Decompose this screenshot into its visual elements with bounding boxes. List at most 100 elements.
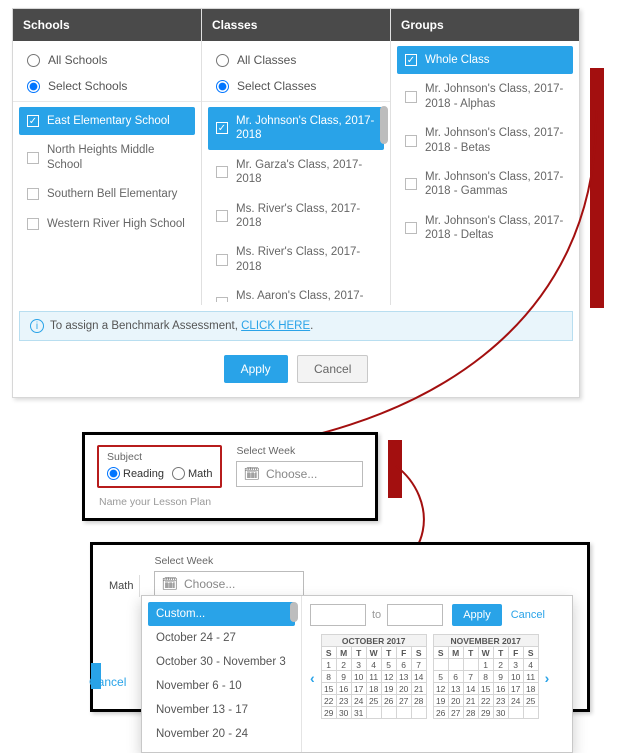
subject-box: Subject Reading Math: [97, 445, 222, 488]
checkbox-icon: ✓: [216, 122, 228, 134]
date-range-row: to Apply Cancel: [310, 604, 564, 626]
filter-columns: Schools All Schools Select Schools ✓ East…: [13, 9, 579, 305]
school-item[interactable]: Southern Bell Elementary: [19, 180, 195, 208]
subject-reading-radio[interactable]: Reading: [107, 467, 164, 480]
week-placeholder: Choose...: [266, 467, 317, 481]
schools-list-container: ✓ East Elementary School North Heights Mid…: [13, 102, 201, 302]
week-preset-item[interactable]: October 30 - November 3: [148, 650, 295, 674]
group-item[interactable]: Mr. Johnson's Class, 2017-2018 - Betas: [397, 119, 573, 162]
groups-header: Groups: [391, 9, 579, 41]
range-from-input[interactable]: [310, 604, 366, 626]
class-item-label: Mr. Johnson's Class, 2017-2018: [236, 114, 376, 143]
classes-select-label: Select Classes: [237, 79, 316, 93]
week-preset-item[interactable]: November 13 - 17: [148, 698, 295, 722]
calendar-left[interactable]: OCTOBER 2017SMTWTFS123456789101112131415…: [321, 634, 427, 719]
radio-icon[interactable]: [27, 80, 40, 93]
scrollbar-thumb[interactable]: [290, 602, 298, 622]
checkbox-icon: [216, 210, 228, 222]
radio-icon[interactable]: [216, 54, 229, 67]
week-dropdown: Custom...October 24 - 27October 30 - Nov…: [141, 595, 573, 753]
class-item-label: Ms. Aaron's Class, 2017-2018: [236, 289, 376, 302]
schools-all-radio[interactable]: All Schools: [17, 47, 197, 73]
class-item[interactable]: Ms. River's Class, 2017-2018: [208, 238, 384, 281]
apply-button[interactable]: Apply: [224, 355, 288, 383]
week-select[interactable]: 🗓 Choose...: [236, 461, 363, 487]
class-item-label: Ms. River's Class, 2017-2018: [236, 202, 376, 231]
range-to-input[interactable]: [387, 604, 443, 626]
classes-all-radio[interactable]: All Classes: [206, 47, 386, 73]
schools-header: Schools: [13, 9, 201, 41]
week-preset-item[interactable]: Custom...: [148, 602, 295, 626]
school-item-label: Southern Bell Elementary: [47, 187, 187, 201]
checkbox-icon: [27, 188, 39, 200]
p3-week-select[interactable]: 🗓 Choose...: [154, 571, 304, 597]
prev-month-icon[interactable]: ‹: [310, 634, 315, 686]
checkbox-icon: [216, 297, 228, 302]
week-preset-item[interactable]: November 6 - 10: [148, 674, 295, 698]
schools-select-radio[interactable]: Select Schools: [17, 73, 197, 99]
callout-bar-2: [388, 440, 402, 498]
custom-range-pane: to Apply Cancel ‹ OCTOBER 2017SMTWTFS123…: [302, 596, 572, 752]
checkbox-icon: ✓: [27, 115, 39, 127]
classes-column: Classes All Classes Select Classes ✓ Mr. …: [202, 9, 391, 305]
groups-list-container: ✓Whole Class Mr. Johnson's Class, 2017-20…: [391, 41, 579, 305]
info-icon: i: [30, 319, 44, 333]
week-preset-item[interactable]: November 20 - 24: [148, 722, 295, 746]
p3-cancel-link[interactable]: Cancel: [81, 669, 134, 695]
classes-list: ✓ Mr. Johnson's Class, 2017-2018 Mr. Garza…: [202, 102, 390, 302]
subject-week-panel: Subject Reading Math Select Week 🗓 C: [82, 432, 378, 521]
groups-list: ✓Whole Class Mr. Johnson's Class, 2017-20…: [391, 41, 579, 254]
classes-header: Classes: [202, 9, 390, 41]
class-item[interactable]: Ms. Aaron's Class, 2017-2018: [208, 282, 384, 302]
radio-icon[interactable]: [172, 467, 185, 480]
group-item[interactable]: Mr. Johnson's Class, 2017-2018 - Gammas: [397, 163, 573, 206]
school-item[interactable]: North Heights Middle School: [19, 136, 195, 179]
groups-column: Groups ✓Whole Class Mr. Johnson's Class, …: [391, 9, 579, 305]
radio-icon[interactable]: [216, 80, 229, 93]
group-item-label: Mr. Johnson's Class, 2017-2018 - Betas: [425, 126, 565, 155]
group-item[interactable]: Mr. Johnson's Class, 2017-2018 - Alphas: [397, 75, 573, 118]
info-text: To assign a Benchmark Assessment, CLICK …: [50, 320, 313, 332]
radio-icon[interactable]: [27, 54, 40, 67]
week-preset-item[interactable]: October 24 - 27: [148, 626, 295, 650]
class-item[interactable]: ✓ Mr. Johnson's Class, 2017-2018: [208, 107, 384, 150]
radio-icon[interactable]: [107, 467, 120, 480]
callout-bar-1: [590, 68, 604, 308]
next-month-icon[interactable]: ›: [545, 634, 550, 686]
schools-column: Schools All Schools Select Schools ✓ East…: [13, 9, 202, 305]
group-item[interactable]: ✓Whole Class: [397, 46, 573, 74]
school-item[interactable]: ✓ East Elementary School: [19, 107, 195, 135]
panel1-buttons: Apply Cancel: [13, 349, 579, 397]
schools-list: ✓ East Elementary School North Heights Mid…: [13, 102, 201, 243]
group-item-label: Mr. Johnson's Class, 2017-2018 - Gammas: [425, 170, 565, 199]
school-item[interactable]: Western River High School: [19, 210, 195, 238]
schools-radio-block: All Schools Select Schools: [13, 41, 201, 102]
group-item-label: Mr. Johnson's Class, 2017-2018 - Alphas: [425, 82, 565, 111]
group-item[interactable]: Mr. Johnson's Class, 2017-2018 - Deltas: [397, 207, 573, 250]
p3-week-placeholder: Choose...: [184, 577, 235, 591]
p3-week-label: Select Week: [154, 555, 304, 567]
subject-tab-math[interactable]: Math: [103, 575, 140, 597]
calendar-right[interactable]: NOVEMBER 2017SMTWTFS12345678910111213141…: [433, 634, 539, 719]
range-cancel-link[interactable]: Cancel: [511, 609, 545, 621]
school-item-label: East Elementary School: [47, 114, 187, 128]
subject-label: Subject: [107, 451, 212, 463]
classes-list-container: ✓ Mr. Johnson's Class, 2017-2018 Mr. Garza…: [202, 102, 390, 302]
cancel-button[interactable]: Cancel: [297, 355, 368, 383]
week-label: Select Week: [236, 445, 363, 457]
info-text-prefix: To assign a Benchmark Assessment,: [50, 320, 241, 332]
checkbox-icon: ✓: [405, 54, 417, 66]
checkbox-icon: [405, 135, 417, 147]
classes-select-radio[interactable]: Select Classes: [206, 73, 386, 99]
class-item[interactable]: Mr. Garza's Class, 2017-2018: [208, 151, 384, 194]
dual-calendar: ‹ OCTOBER 2017SMTWTFS1234567891011121314…: [310, 634, 564, 719]
class-item-label: Mr. Garza's Class, 2017-2018: [236, 158, 376, 187]
class-item[interactable]: Ms. River's Class, 2017-2018: [208, 195, 384, 238]
range-apply-button[interactable]: Apply: [452, 604, 502, 626]
subject-math-radio[interactable]: Math: [172, 467, 212, 480]
info-link[interactable]: CLICK HERE: [241, 320, 310, 332]
scrollbar-thumb[interactable]: [380, 106, 388, 144]
week-box: Select Week 🗓 Choose...: [236, 445, 363, 487]
range-to-label: to: [372, 609, 381, 621]
checkbox-icon: [27, 152, 39, 164]
